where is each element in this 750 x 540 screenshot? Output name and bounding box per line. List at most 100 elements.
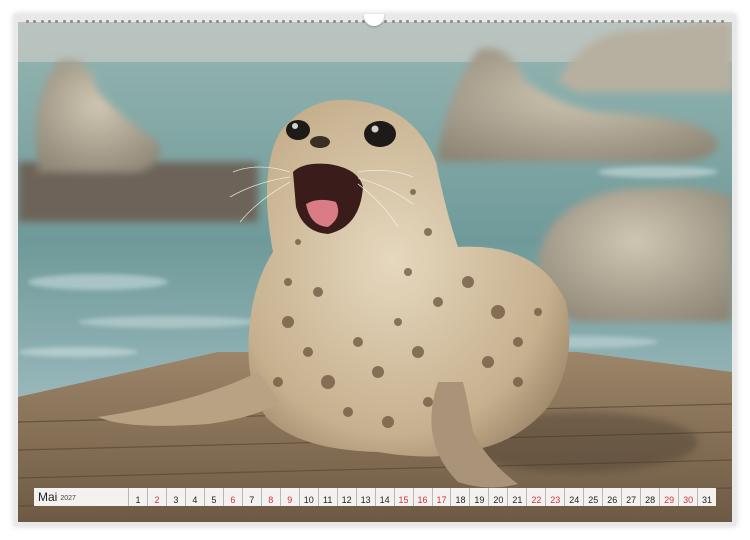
day-number: 10 xyxy=(303,495,314,505)
spiral-dot xyxy=(662,19,666,23)
spiral-dot xyxy=(618,19,622,23)
spiral-dot xyxy=(603,19,607,23)
month-year: 2027 xyxy=(60,495,76,502)
spiral-dot xyxy=(164,19,168,23)
day-cell: 27 xyxy=(621,488,640,506)
day-number: 22 xyxy=(531,495,542,505)
month-name: Mai xyxy=(38,490,58,504)
spiral-dot xyxy=(508,19,512,23)
day-number: 30 xyxy=(683,495,694,505)
spiral-dot xyxy=(515,19,519,23)
spiral-dot xyxy=(698,19,702,23)
spiral-dot xyxy=(223,19,227,23)
day-cell: 25 xyxy=(583,488,602,506)
spiral-dot xyxy=(559,19,563,23)
spiral-dot xyxy=(435,19,439,23)
day-number: 16 xyxy=(417,495,428,505)
day-cell: 10 xyxy=(298,488,318,506)
day-cell: 18 xyxy=(450,488,469,506)
day-cell: 14 xyxy=(374,488,394,506)
day-cell: 24 xyxy=(564,488,583,506)
day-number: 6 xyxy=(230,495,236,505)
spiral-dot xyxy=(501,19,505,23)
spiral-dot xyxy=(684,19,688,23)
spiral-dot xyxy=(442,19,446,23)
spiral-dot xyxy=(245,19,249,23)
spiral-dot xyxy=(494,19,497,23)
spiral-dot xyxy=(267,19,271,23)
spiral-dot xyxy=(296,19,300,23)
spiral-dot xyxy=(391,19,395,23)
spiral-dot xyxy=(486,19,490,23)
spiral-dot xyxy=(596,19,600,23)
spiral-dot xyxy=(106,19,110,23)
spiral-dot xyxy=(479,19,483,23)
spiral-dot xyxy=(47,19,51,23)
spiral-dot xyxy=(157,19,161,23)
spiral-dot xyxy=(355,19,359,23)
day-number: 13 xyxy=(360,495,371,505)
spiral-dot xyxy=(611,19,614,23)
spiral-dot xyxy=(325,19,329,23)
day-cell: 16 xyxy=(412,488,432,506)
day-number: 26 xyxy=(607,495,618,505)
spiral-dot xyxy=(150,19,154,23)
spiral-dot xyxy=(413,19,417,23)
spiral-dot xyxy=(720,19,724,23)
spiral-dot xyxy=(450,19,454,23)
spiral-dot xyxy=(91,19,95,23)
spiral-dot xyxy=(186,19,190,23)
spiral-dot xyxy=(384,19,388,23)
day-cell: 4 xyxy=(184,488,204,506)
spiral-dot xyxy=(40,19,44,23)
day-number: 19 xyxy=(474,495,485,505)
day-number: 8 xyxy=(268,495,274,505)
day-number: 25 xyxy=(588,495,599,505)
day-cell: 13 xyxy=(355,488,375,506)
spiral-dot xyxy=(706,19,710,23)
spiral-dot xyxy=(216,19,220,23)
spiral-dot xyxy=(274,19,278,23)
day-cell: 26 xyxy=(602,488,621,506)
day-cell: 7 xyxy=(241,488,261,506)
spiral-dot xyxy=(545,19,549,23)
spiral-dot xyxy=(457,19,461,23)
day-cell: 29 xyxy=(659,488,678,506)
day-number: 27 xyxy=(626,495,637,505)
day-number: 2 xyxy=(154,495,160,505)
spiral-dot xyxy=(530,19,534,23)
spiral-dot xyxy=(654,19,658,23)
spiral-dot xyxy=(238,19,242,23)
spiral-dot xyxy=(333,19,337,23)
spiral-dot xyxy=(135,19,139,23)
day-number: 29 xyxy=(664,495,675,505)
spiral-dot xyxy=(589,19,593,23)
spiral-dot xyxy=(179,19,183,23)
day-number: 9 xyxy=(287,495,293,505)
spiral-dot xyxy=(201,19,205,23)
spiral-dot xyxy=(625,19,629,23)
day-number: 23 xyxy=(550,495,561,505)
spiral-dot xyxy=(398,19,402,23)
spiral-dot xyxy=(574,19,578,23)
day-cell: 3 xyxy=(165,488,185,506)
spiral-dot xyxy=(62,19,66,23)
spiral-dot xyxy=(99,19,103,23)
day-number: 1 xyxy=(135,495,141,505)
spiral-dot xyxy=(281,19,285,23)
spiral-dot xyxy=(33,19,37,23)
day-cell: 28 xyxy=(640,488,659,506)
day-number: 14 xyxy=(379,495,390,505)
day-number: 18 xyxy=(455,495,466,505)
spiral-dot xyxy=(230,19,234,23)
day-cell: 12 xyxy=(336,488,356,506)
month-label: Mai 2027 xyxy=(34,488,128,506)
spiral-dot xyxy=(552,19,556,23)
day-cell: 15 xyxy=(393,488,413,506)
day-cell: 19 xyxy=(469,488,488,506)
spiral-dot xyxy=(669,19,673,23)
day-number: 3 xyxy=(173,495,179,505)
spiral-dot xyxy=(208,19,212,23)
spiral-dot xyxy=(567,19,571,23)
day-cell: 31 xyxy=(697,488,716,506)
